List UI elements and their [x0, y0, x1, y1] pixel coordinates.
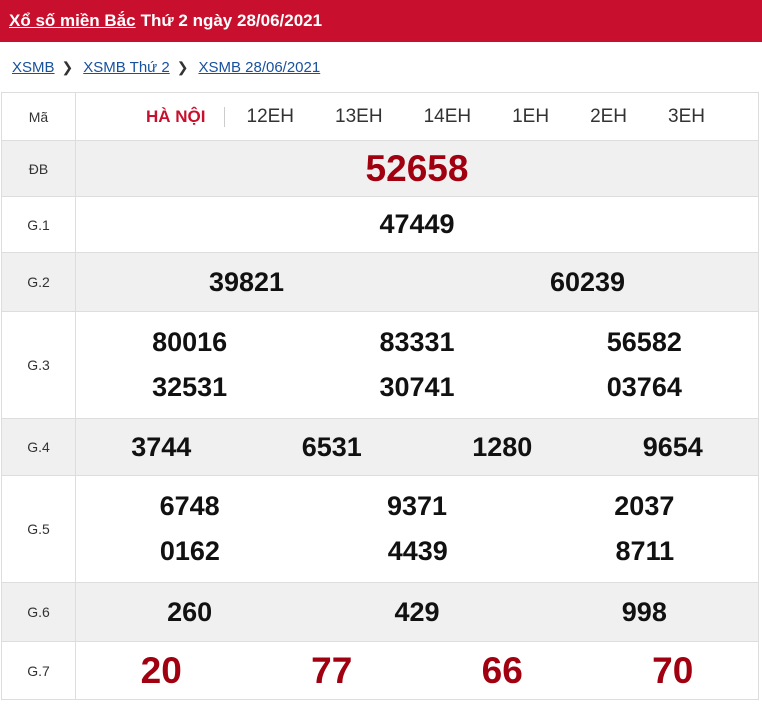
row-g7: G.7 20 77 66 70: [1, 641, 759, 700]
prize-g6: 260: [167, 596, 213, 627]
prize-g3: 03764: [606, 372, 682, 402]
prize-g3: 30741: [379, 372, 455, 402]
label-g2: G.2: [1, 252, 76, 312]
row-db: ĐB 52658: [1, 140, 759, 197]
prize-g1: 47449: [379, 209, 455, 239]
prize-g7: 66: [481, 649, 523, 691]
code-2eh: 2EH: [590, 105, 628, 127]
label-g7: G.7: [1, 641, 76, 700]
prize-g5: 8711: [615, 536, 675, 566]
label-g6: G.6: [1, 582, 76, 642]
prize-g2: 39821: [208, 266, 285, 297]
breadcrumb-xsmb-date[interactable]: XSMB 28/06/2021: [198, 59, 320, 76]
row-g4: G.4 3744 6531 1280 9654: [1, 418, 759, 476]
label-g3: G.3: [1, 311, 76, 419]
row-g6: G.6 260 429 998: [1, 582, 759, 642]
results-table: Mã HÀ NỘI 12EH 13EH 14EH 1EH 2EH 3EH ĐB …: [1, 92, 759, 700]
codes-cell: HÀ NỘI 12EH 13EH 14EH 1EH 2EH 3EH: [75, 92, 759, 141]
prize-g5: 0162: [159, 536, 220, 566]
chevron-right-icon: ❯: [61, 58, 74, 75]
prize-g7: 70: [652, 649, 694, 691]
prize-g3: 83331: [379, 327, 455, 357]
prize-g3: 32531: [152, 372, 228, 402]
row-codes: Mã HÀ NỘI 12EH 13EH 14EH 1EH 2EH 3EH: [1, 92, 759, 141]
prize-g4: 6531: [301, 431, 362, 462]
prize-g4: 1280: [472, 431, 533, 462]
prize-g5: 4439: [387, 536, 448, 566]
breadcrumb-xsmb[interactable]: XSMB: [12, 59, 55, 76]
prize-g7: 77: [311, 649, 353, 691]
prize-g5: 6748: [159, 491, 220, 521]
label-db: ĐB: [1, 140, 76, 197]
prize-g3: 56582: [606, 327, 682, 357]
code-14eh: 14EH: [423, 105, 472, 127]
special-prize: 52658: [365, 147, 469, 189]
prize-g5: 9371: [386, 491, 448, 521]
label-ma: Mã: [1, 92, 76, 141]
prize-g7: 20: [140, 649, 182, 691]
page-header: Xổ số miền Bắc Thứ 2 ngày 28/06/2021: [0, 0, 762, 42]
prize-g2: 60239: [549, 266, 626, 297]
prize-g3: 80016: [152, 327, 228, 357]
prize-g4: 3744: [131, 431, 192, 462]
header-title-link[interactable]: Xổ số miền Bắc: [9, 11, 136, 31]
code-1eh: 1EH: [512, 105, 550, 127]
chevron-right-icon: ❯: [176, 58, 189, 75]
prize-g5: 2037: [614, 491, 675, 521]
code-12eh: 12EH: [246, 105, 295, 127]
row-g5: G.5 6748 9371 2037 0162 4439 8711: [1, 475, 759, 583]
breadcrumb-xsmb-thu2[interactable]: XSMB Thứ 2: [83, 59, 169, 76]
label-g5: G.5: [1, 475, 76, 583]
prize-g6: 998: [621, 596, 667, 627]
province-tab-hanoi[interactable]: HÀ NỘI: [146, 106, 225, 127]
code-3eh: 3EH: [668, 105, 705, 127]
code-13eh: 13EH: [335, 105, 383, 127]
header-title-date: Thứ 2 ngày 28/06/2021: [140, 11, 323, 30]
breadcrumb: XSMB ❯ XSMB Thứ 2 ❯ XSMB 28/06/2021: [0, 42, 762, 92]
row-g1: G.1 47449: [1, 196, 759, 253]
label-g4: G.4: [1, 418, 76, 476]
label-g1: G.1: [1, 196, 76, 253]
row-g2: G.2 39821 60239: [1, 252, 759, 312]
prize-g4: 9654: [642, 431, 703, 462]
row-g3: G.3 80016 83331 56582 32531 30741 03764: [1, 311, 759, 419]
prize-g6: 429: [394, 596, 440, 627]
